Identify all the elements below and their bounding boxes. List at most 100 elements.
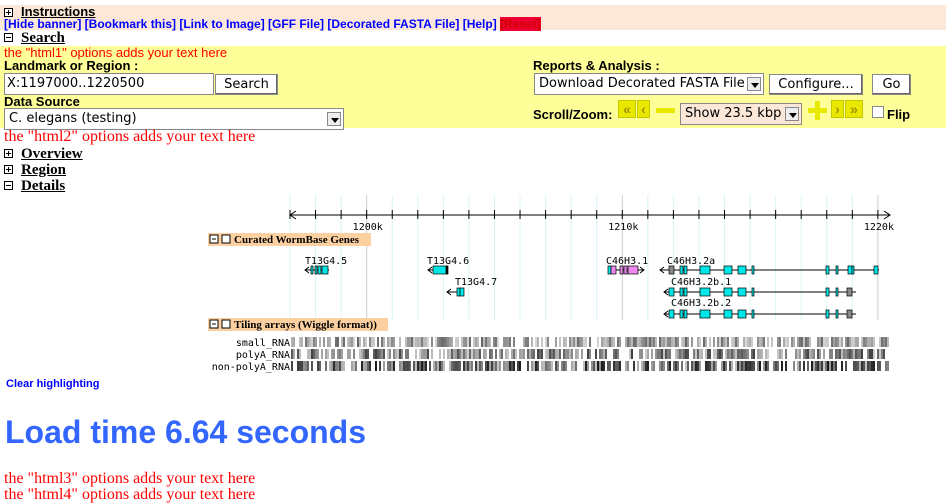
scroll-left-far-icon[interactable]: «	[618, 100, 636, 118]
tiling-bar	[757, 349, 759, 359]
tiling-bar	[341, 349, 343, 359]
tiling-bar	[543, 361, 545, 371]
tiling-bar	[697, 337, 699, 347]
tiling-bar	[797, 349, 799, 359]
tiling-bar	[717, 349, 719, 359]
genome-browser-image[interactable]: 1200k 1210k 1220k Curated WormBase Genes Til…	[0, 190, 946, 375]
tiling-bar	[759, 361, 761, 371]
tiling-bar	[435, 361, 437, 371]
tiling-bar	[363, 361, 365, 371]
tiling-bar	[657, 349, 659, 359]
scroll-zoom-label: Scroll/Zoom:	[533, 107, 613, 122]
tiling-bar	[725, 337, 727, 347]
tiling-bar	[661, 337, 663, 347]
tiling-bar	[439, 349, 441, 359]
tiling-bar	[681, 361, 683, 371]
flip-checkbox[interactable]	[872, 106, 884, 118]
clear-highlighting-link[interactable]: Clear highlighting	[6, 378, 100, 390]
tiling-bar	[353, 337, 355, 347]
tiling-bar	[777, 337, 779, 347]
tiling-bar	[669, 349, 671, 359]
tiling-bar	[465, 337, 467, 347]
tiling-bar	[727, 349, 729, 359]
banner-link[interactable]: [GFF File]	[268, 17, 327, 31]
gene-label: C46H3.2a	[667, 256, 715, 267]
configure-button[interactable]: Configure...	[769, 74, 863, 95]
tiling-bar	[601, 349, 603, 359]
tiling-bar	[399, 337, 401, 347]
tiling-bar	[617, 361, 619, 371]
tiling-bar	[359, 337, 361, 347]
tiling-bar	[841, 337, 843, 347]
tiling-bar	[341, 337, 343, 347]
banner-link[interactable]: [Decorated FASTA File]	[327, 17, 462, 31]
exon	[751, 287, 755, 297]
ruler-tick-label: 1220k	[864, 222, 894, 233]
tiling-bar	[339, 349, 341, 359]
banner-link[interactable]: [Link to Image]	[179, 17, 268, 31]
banner-link[interactable]: [Help]	[463, 17, 500, 31]
tiling-bar	[565, 361, 567, 371]
tiling-bar	[335, 361, 337, 371]
search-button[interactable]: Search	[215, 74, 278, 95]
tiling-bar	[495, 349, 497, 359]
data-source-select[interactable]: C. elegans (testing)	[4, 108, 344, 130]
tiling-bar	[531, 361, 533, 371]
tiling-bar	[449, 349, 451, 359]
tiling-bar	[569, 349, 571, 359]
exon	[445, 265, 449, 275]
tiling-bar	[457, 337, 459, 347]
tiling-bar	[451, 337, 453, 347]
exon	[699, 265, 711, 275]
scroll-left-icon[interactable]: ‹	[637, 100, 650, 118]
landmark-input[interactable]: X:1197000..1220500	[4, 73, 214, 95]
exon	[683, 309, 688, 319]
exon	[456, 287, 461, 297]
tiling-bar	[655, 337, 657, 347]
tiling-bar	[795, 349, 797, 359]
tiling-bar	[767, 361, 769, 371]
tiling-bar	[631, 337, 633, 347]
tiling-bar	[865, 337, 867, 347]
tiling-bar	[569, 337, 571, 347]
tiling-bar	[711, 361, 713, 371]
scroll-right-icon[interactable]: ›	[831, 100, 844, 118]
exon	[723, 309, 733, 319]
tiling-bar	[485, 349, 487, 359]
tiling-bar	[771, 337, 773, 347]
tiling-bar	[809, 349, 811, 359]
tiling-bar	[577, 337, 579, 347]
tiling-bar	[415, 349, 417, 359]
tiling-bar	[485, 337, 487, 347]
reports-select[interactable]: Download Decorated FASTA File	[534, 73, 764, 95]
tiling-bar	[325, 349, 327, 359]
reset-link[interactable]: [Reset]	[500, 17, 541, 31]
tiling-bar	[867, 349, 869, 359]
tiling-bar	[699, 349, 701, 359]
tiling-row-label: small_RNA	[236, 338, 290, 349]
zoom-out-icon[interactable]	[656, 108, 675, 113]
banner-link[interactable]: [Bookmark this]	[85, 17, 180, 31]
tiling-bar	[439, 361, 441, 371]
tiling-bar	[855, 349, 857, 359]
tiling-bar	[735, 349, 737, 359]
tiling-bar	[307, 349, 309, 359]
tiling-bar	[523, 337, 525, 347]
tiling-bar	[725, 361, 727, 371]
zoom-in-icon[interactable]	[808, 101, 827, 120]
tiling-bar	[749, 361, 751, 371]
tiling-bar	[419, 349, 421, 359]
tiling-bar	[455, 337, 457, 347]
scroll-right-far-icon[interactable]: »	[845, 100, 863, 118]
tiling-bar	[761, 349, 763, 359]
zoom-select[interactable]: Show 23.5 kbp	[680, 103, 802, 125]
tiling-bar	[733, 337, 735, 347]
tiling-bar	[485, 361, 487, 371]
go-button[interactable]: Go	[872, 74, 911, 95]
tiling-bar	[613, 349, 615, 359]
tiling-bar	[863, 337, 865, 347]
tiling-bar	[535, 337, 537, 347]
tiling-bar	[767, 337, 769, 347]
tiling-bar	[377, 349, 379, 359]
exon	[723, 287, 733, 297]
